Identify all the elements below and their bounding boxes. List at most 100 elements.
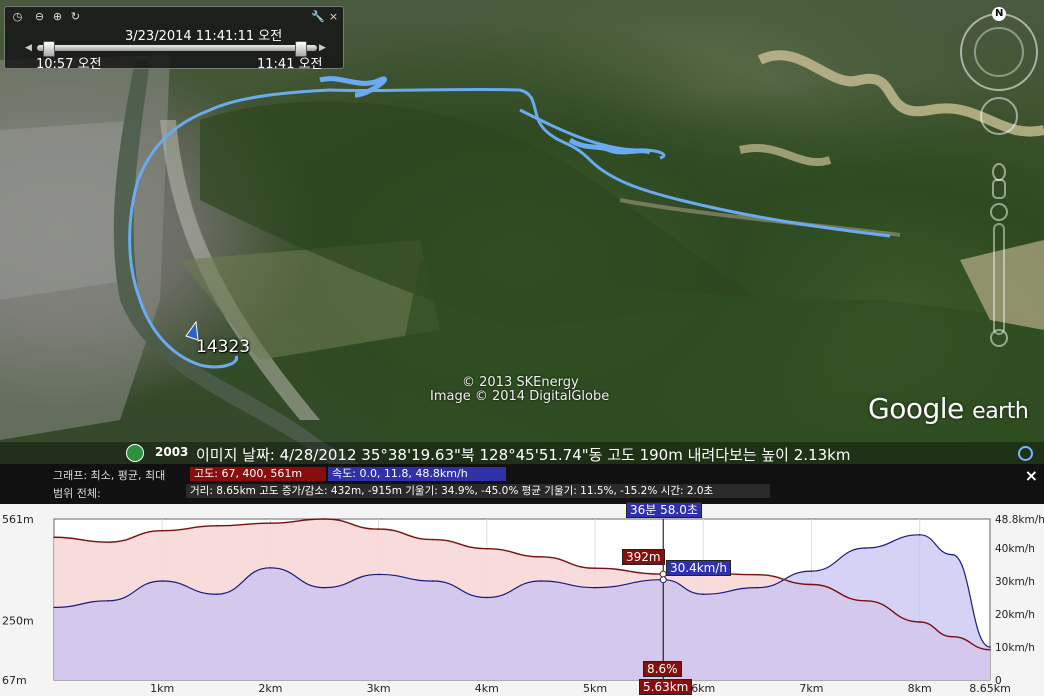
look-joystick[interactable] <box>980 97 1018 135</box>
graph-label: 그래프: 최소, 평균, 최대 <box>53 469 166 482</box>
speed-point <box>107 600 109 602</box>
close-profile-button[interactable]: × <box>1025 466 1038 485</box>
speed-point <box>53 606 55 609</box>
elevation-point <box>989 648 991 651</box>
x-tick-label: 4km <box>475 682 499 695</box>
x-tick-label: 8.65km <box>969 682 1011 695</box>
compass-ring[interactable] <box>960 7 1038 91</box>
elevation-point <box>486 547 488 550</box>
historical-imagery-icon[interactable] <box>126 444 144 462</box>
x-tick-label: 1km <box>150 682 174 695</box>
y-right-tick-label: 0 <box>995 675 1002 687</box>
speed-stats-chip[interactable]: 속도: 0.0, 11.8, 48.8km/h <box>328 467 506 481</box>
clock-icon[interactable]: ◷ <box>11 10 24 23</box>
range-stats-chip: 거리: 8.65km 고도 증가/감소: 432m, -915m 기울기: 34… <box>186 484 770 498</box>
elevation-point <box>810 583 813 586</box>
close-icon[interactable]: × <box>327 10 340 23</box>
y-right-tick-label: 20km/h <box>995 609 1035 621</box>
earth-logo-text: earth <box>972 399 1029 424</box>
speed-point <box>702 593 705 596</box>
status-text: 이미지 날짜: 4/28/2012 35°38'19.63"북 128°45'5… <box>196 446 851 464</box>
elevation-point <box>323 518 326 520</box>
x-tick-label: 2km <box>258 682 282 695</box>
speed-point <box>864 547 867 549</box>
zoom-in-icon[interactable]: ⊕ <box>51 10 64 23</box>
speed-point <box>161 580 164 582</box>
play-icon[interactable]: ↻ <box>69 10 82 23</box>
slider-right-arrow-icon[interactable]: ▶ <box>319 43 326 53</box>
zoom-out-icon[interactable]: ⊖ <box>33 10 46 23</box>
elevation-point <box>431 538 434 541</box>
elevation-point <box>53 536 55 539</box>
elevation-point <box>756 573 759 576</box>
x-tick-label: 8km <box>908 682 932 695</box>
cursor-elevation-tag: 392m <box>622 549 665 565</box>
navigation-controls[interactable] <box>954 0 1044 360</box>
y-left-tick-label: 250m <box>2 614 34 627</box>
speed-point <box>215 593 218 596</box>
y-right-tick-label: 10km/h <box>995 642 1035 654</box>
cursor-speed-tag: 30.4km/h <box>666 560 732 576</box>
cursor-distance-tag: 5.63km <box>639 679 693 695</box>
speed-point <box>540 580 542 582</box>
speed-point <box>918 534 921 536</box>
elevation-point <box>951 635 953 638</box>
elevation-point <box>107 541 109 543</box>
google-earth-logo: Google earth <box>868 392 1029 425</box>
settings-wrench-icon[interactable]: 🔧 <box>311 10 325 23</box>
elevation-speed-chart[interactable]: 1km 2km 3km 4km 5km 6km 7km 8km 8.65km 561m 250m 67… <box>0 504 1044 696</box>
speed-point <box>431 580 434 582</box>
slider-left-arrow-icon[interactable]: ◀ <box>25 43 32 53</box>
x-tick-label: 6km <box>691 682 715 695</box>
speed-point <box>594 586 596 589</box>
time-start-label: 10:57 오전 <box>36 57 102 72</box>
time-slider-panel: ◷ ⊖ ⊕ ↻ 🔧 × 3/23/2014 11:41:11 오전 ◀ ▶ 10… <box>4 6 344 72</box>
speed-point <box>989 646 991 648</box>
elevation-point <box>269 522 272 525</box>
y-left-tick-label: 67m <box>2 674 27 687</box>
copyright-line-1: © 2013 SKEnergy <box>462 375 579 390</box>
speed-point <box>269 567 272 569</box>
google-logo-text: Google <box>868 392 964 425</box>
elevation-point <box>161 529 164 532</box>
x-tick-label: 5km <box>583 682 607 695</box>
speed-point <box>486 596 488 599</box>
zoom-slider[interactable] <box>990 203 1008 347</box>
elevation-point <box>540 556 542 558</box>
elevation-point <box>215 525 218 527</box>
speed-point <box>951 553 953 556</box>
y-right-tick-label: 40km/h <box>995 543 1035 555</box>
x-tick-label: 7km <box>799 682 823 695</box>
imagery-year: 2003 <box>155 445 189 459</box>
current-time: 3/23/2014 11:41:11 오전 <box>125 29 283 44</box>
elevation-point <box>918 621 921 623</box>
y-right-tick-label: 48.8km/h <box>995 514 1044 526</box>
compass-north-label: N <box>995 8 1004 19</box>
y-right-tick-label: 30km/h <box>995 576 1035 588</box>
cursor-slope-tag: 8.6% <box>643 661 682 677</box>
copyright: © 2013 SKEnergy Image © 2014 DigitalGlob… <box>430 376 609 404</box>
map-view[interactable]: ◷ ⊖ ⊕ ↻ 🔧 × 3/23/2014 11:41:11 오전 ◀ ▶ 10… <box>0 0 1044 464</box>
speed-point <box>323 586 326 589</box>
elevation-profile-panel: 그래프: 최소, 평균, 최대 고도: 67, 400, 561m 속도: 0.… <box>0 464 1044 696</box>
pegman-icon[interactable] <box>992 163 1006 199</box>
speed-point <box>810 570 813 572</box>
streaming-indicator-icon <box>1018 446 1033 461</box>
copyright-line-2: Image © 2014 DigitalGlobe <box>430 389 610 404</box>
elevation-stats-chip[interactable]: 고도: 67, 400, 561m <box>190 467 326 481</box>
elevation-point <box>594 567 596 570</box>
y-left-tick-label: 561m <box>2 513 34 526</box>
cursor-time-tag: 36분 58.0초 <box>626 502 702 518</box>
x-tick-label: 3km <box>367 682 391 695</box>
speed-point <box>377 573 380 576</box>
speed-point <box>756 586 759 589</box>
elevation-point <box>864 600 867 602</box>
time-end-label: 11:41 오전 <box>257 57 323 72</box>
elevation-point <box>377 528 380 530</box>
range-label: 범위 전체: <box>53 487 101 500</box>
profile-header: 그래프: 최소, 평균, 최대 고도: 67, 400, 561m 속도: 0.… <box>0 464 1044 504</box>
time-slider-track[interactable] <box>37 45 317 51</box>
status-bar: 2003 이미지 날짜: 4/28/2012 35°38'19.63"북 128… <box>0 442 1044 464</box>
marker-label: 14323 <box>196 337 251 357</box>
cursor-speed-dot <box>659 576 667 584</box>
